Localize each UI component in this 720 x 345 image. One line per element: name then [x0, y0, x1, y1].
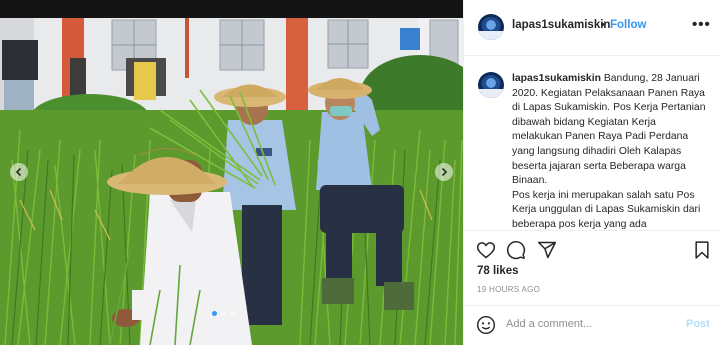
emoji-icon[interactable]: [476, 315, 496, 335]
carousel-dot: [221, 311, 226, 316]
avatar[interactable]: [478, 14, 504, 40]
divider: [464, 305, 720, 306]
caption-avatar[interactable]: [478, 72, 504, 98]
comment-input[interactable]: Add a comment...: [506, 318, 592, 330]
separator-dot: •: [601, 19, 605, 31]
post-timestamp[interactable]: 19 HOURS AGO: [477, 285, 540, 294]
more-options-button[interactable]: •••: [692, 16, 711, 33]
chevron-left-icon: [15, 167, 22, 177]
carousel-next-button[interactable]: [435, 163, 453, 181]
caption-username[interactable]: lapas1sukamiskin: [512, 73, 601, 84]
post-header: lapas1sukamiskin • Follow •••: [464, 0, 720, 56]
carousel-dot: [230, 311, 235, 316]
post-comment-button[interactable]: Post: [686, 318, 710, 330]
comment-icon[interactable]: [506, 240, 526, 260]
bookmark-icon[interactable]: [692, 240, 712, 260]
likes-count[interactable]: 78 likes: [477, 265, 519, 277]
caption-text: Pos kerja ini merupakan salah satu Pos K…: [512, 189, 701, 230]
rice-field-photo: [0, 0, 463, 345]
chevron-right-icon: [441, 167, 448, 177]
share-icon[interactable]: [537, 240, 557, 260]
carousel-dot: [212, 311, 217, 316]
post-photo[interactable]: [0, 0, 463, 345]
follow-button[interactable]: Follow: [610, 19, 646, 31]
carousel-prev-button[interactable]: [10, 163, 28, 181]
carousel-indicator: [212, 311, 235, 316]
username-link[interactable]: lapas1sukamiskin: [512, 19, 610, 31]
post-sidebar: lapas1sukamiskin • Follow ••• lapas1suka…: [463, 0, 720, 345]
divider: [464, 230, 720, 231]
caption-text: Bandung, 28 Januari 2020. Kegiatan Pelak…: [512, 73, 706, 187]
heart-icon[interactable]: [476, 240, 496, 260]
post-caption: lapas1sukamiskin Bandung, 28 Januari 202…: [512, 72, 707, 233]
